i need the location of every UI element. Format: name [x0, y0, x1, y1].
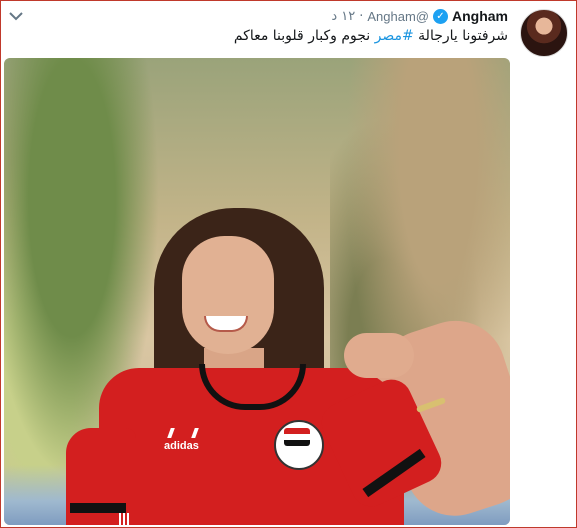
tweet-text: شرفتونا يارجالة #مصر نجوم وكبار قلوبنا م… — [234, 28, 508, 44]
hashtag-link[interactable]: #مصر — [375, 28, 414, 44]
jersey-crest-flag — [284, 428, 310, 446]
tweet-text-suffix: نجوم وكبار قلوبنا معاكم — [233, 28, 375, 44]
tweet-header: Angham ✓ @Angham · ١٢ د شرفتونا يارجالة … — [1, 1, 576, 57]
display-name[interactable]: Angham — [452, 8, 508, 24]
photo-left-sleeve-band — [70, 503, 126, 513]
chevron-down-icon[interactable] — [7, 7, 25, 25]
jersey-logo-text: adidas — [164, 440, 199, 452]
tweet-timestamp[interactable]: ١٢ د — [331, 9, 355, 24]
tweet-frame: Angham ✓ @Angham · ١٢ د شرفتونا يارجالة … — [0, 0, 577, 528]
meta-separator: · — [359, 8, 364, 24]
adidas-logo-icon — [167, 428, 199, 438]
verified-badge-icon: ✓ — [433, 8, 448, 24]
avatar[interactable] — [520, 9, 568, 57]
tweet-photo[interactable]: adidas — [4, 58, 510, 525]
tweet-text-prefix: شرفتونا يارجالة — [413, 28, 508, 44]
tweet-meta-line: Angham ✓ @Angham · ١٢ د — [331, 8, 508, 24]
photo-hand — [344, 333, 414, 378]
timestamp-unit: د — [331, 8, 338, 24]
user-handle[interactable]: @Angham — [367, 9, 429, 24]
photo-jersey-stripes — [119, 513, 131, 525]
photo-face — [182, 236, 274, 354]
timestamp-number: ١٢ — [341, 8, 356, 24]
